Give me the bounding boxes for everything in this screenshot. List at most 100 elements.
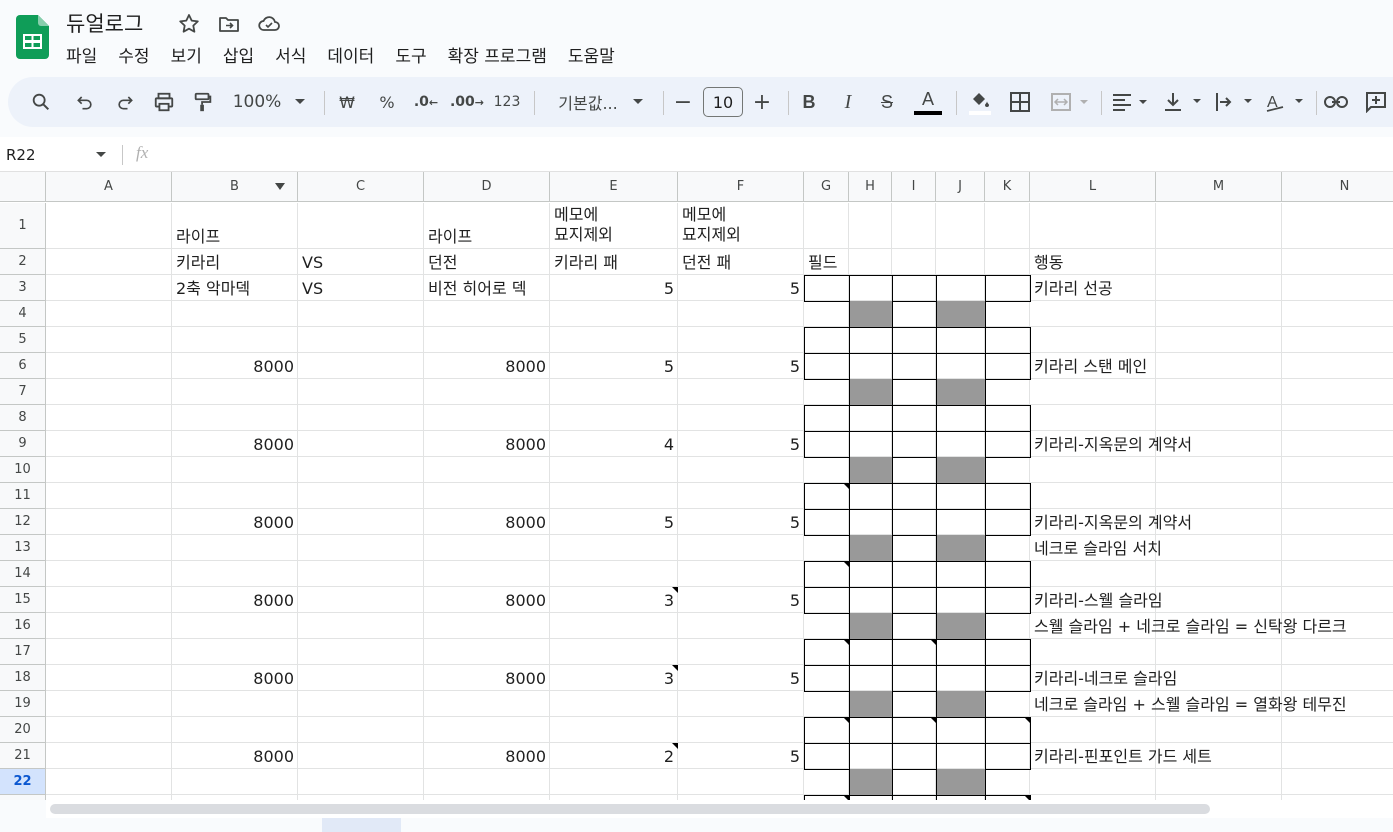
cell-k22[interactable] [985,769,1030,795]
cell-k2[interactable] [985,249,1030,275]
cell-a2[interactable] [46,249,172,275]
cell-c6[interactable] [298,353,424,379]
cell-m1[interactable] [1156,203,1282,249]
paint-format-icon[interactable] [190,87,216,117]
cell-f16[interactable] [678,613,804,639]
cell-l17[interactable] [1030,639,1156,665]
cell-e8[interactable] [550,405,678,431]
cell-a1[interactable] [46,203,172,249]
strikethrough-button[interactable]: S [876,87,898,117]
column-header-h[interactable]: H [849,172,892,202]
cell-n13[interactable] [1282,535,1393,561]
cell-i1[interactable] [892,203,936,249]
cell-c19[interactable] [298,691,424,717]
menu-file[interactable]: 파일 [66,42,107,67]
cell-n9[interactable] [1282,431,1393,457]
cell-k19[interactable] [985,691,1030,717]
row-header-20[interactable]: 20 [0,717,46,743]
font-size-increase-button[interactable]: + [751,87,773,117]
cell-m6[interactable] [1156,353,1282,379]
cell-d10[interactable] [424,457,550,483]
cell-n8[interactable] [1282,405,1393,431]
row-header-9[interactable]: 9 [0,431,46,457]
borders-icon[interactable] [1008,87,1032,117]
row-header-22[interactable]: 22 [0,769,46,795]
cell-f8[interactable] [678,405,804,431]
comment-icon[interactable] [1363,87,1389,117]
cell-j1[interactable] [936,203,985,249]
cell-d11[interactable] [424,483,550,509]
menu-help[interactable]: 도움말 [568,42,625,67]
cell-k13[interactable] [985,535,1030,561]
cell-c18[interactable] [298,665,424,691]
row-header-15[interactable]: 15 [0,587,46,613]
cell-n17[interactable] [1282,639,1393,665]
cell-c12[interactable] [298,509,424,535]
row-header-2[interactable]: 2 [0,249,46,275]
cell-n22[interactable] [1282,769,1393,795]
cell-m11[interactable] [1156,483,1282,509]
menu-tools[interactable]: 도구 [395,42,436,67]
star-icon[interactable] [177,12,201,36]
cell-f7[interactable] [678,379,804,405]
valign-icon[interactable] [1161,87,1205,117]
cell-c5[interactable] [298,327,424,353]
font-size-input[interactable]: 10 [703,87,743,117]
cell-l7[interactable] [1030,379,1156,405]
cell-e5[interactable] [550,327,678,353]
note-indicator-icon[interactable] [843,561,849,567]
column-header-n[interactable]: N [1282,172,1393,202]
cell-m22[interactable] [1156,769,1282,795]
cell-a17[interactable] [46,639,172,665]
print-icon[interactable] [151,87,177,117]
cell-m17[interactable] [1156,639,1282,665]
formula-input[interactable] [170,145,1370,165]
cell-b4[interactable] [172,301,298,327]
cell-l11[interactable] [1030,483,1156,509]
cell-a5[interactable] [46,327,172,353]
cell-f11[interactable] [678,483,804,509]
cell-d4[interactable] [424,301,550,327]
chevron-down-icon[interactable] [95,151,107,159]
cell-m5[interactable] [1156,327,1282,353]
column-header-c[interactable]: C [298,172,424,202]
cell-g4[interactable] [804,301,849,327]
cell-m13[interactable] [1156,535,1282,561]
cell-d22[interactable] [424,769,550,795]
cell-h2[interactable] [849,249,892,275]
cell-b22[interactable] [172,769,298,795]
cell-b10[interactable] [172,457,298,483]
cell-m8[interactable] [1156,405,1282,431]
cell-e16[interactable] [550,613,678,639]
cell-f19[interactable] [678,691,804,717]
cell-c15[interactable] [298,587,424,613]
cell-g7[interactable] [804,379,849,405]
cell-g10[interactable] [804,457,849,483]
cell-c20[interactable] [298,717,424,743]
cell-g22[interactable] [804,769,849,795]
column-header-j[interactable]: J [936,172,985,202]
cell-e11[interactable] [550,483,678,509]
cell-n3[interactable] [1282,275,1393,301]
cell-i2[interactable] [892,249,936,275]
cell-n1[interactable] [1282,203,1393,249]
cell-b8[interactable] [172,405,298,431]
cell-f20[interactable] [678,717,804,743]
cell-c1[interactable] [298,203,424,249]
cell-n7[interactable] [1282,379,1393,405]
cell-m3[interactable] [1156,275,1282,301]
cell-k7[interactable] [985,379,1030,405]
bold-button[interactable]: B [798,87,820,117]
document-title[interactable]: 듀얼로그 [66,8,143,38]
column-header-l[interactable]: L [1030,172,1156,202]
cell-m7[interactable] [1156,379,1282,405]
menu-edit[interactable]: 수정 [118,42,159,67]
note-indicator-icon[interactable] [930,717,936,723]
undo-icon[interactable] [72,87,98,117]
cell-l14[interactable] [1030,561,1156,587]
cell-a16[interactable] [46,613,172,639]
note-indicator-icon[interactable] [1024,717,1030,723]
cell-d8[interactable] [424,405,550,431]
cell-n4[interactable] [1282,301,1393,327]
cell-n2[interactable] [1282,249,1393,275]
